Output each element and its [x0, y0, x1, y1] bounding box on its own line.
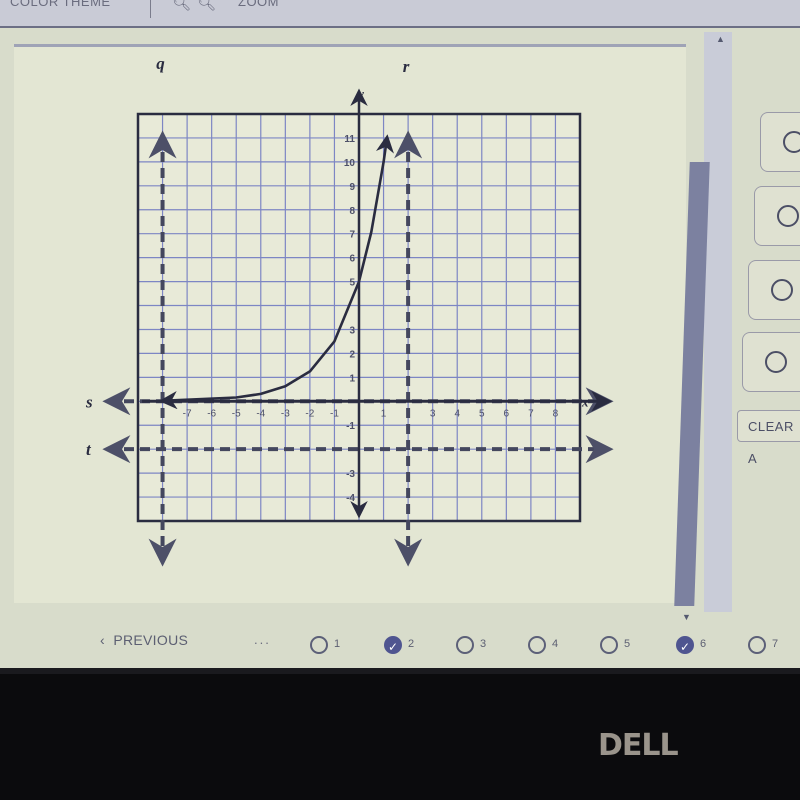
line-label-r: r [403, 57, 410, 76]
y-tick-label: 6 [349, 254, 355, 265]
y-tick-label: 9 [349, 182, 355, 193]
answer-option-1[interactable] [760, 112, 800, 172]
y-tick-label: 10 [344, 158, 356, 169]
answer-option-3[interactable] [748, 260, 800, 320]
chevron-left-icon: ‹ [100, 632, 105, 648]
more-questions-ellipsis[interactable]: ... [254, 632, 271, 647]
y-tick-label: -3 [346, 469, 355, 480]
x-tick-label: 4 [454, 408, 460, 419]
line-label-t: t [86, 440, 92, 459]
question-number: 1 [334, 638, 341, 650]
question-number: 4 [552, 638, 559, 650]
previous-label: PREVIOUS [113, 632, 189, 648]
y-tick-label: -4 [346, 493, 355, 504]
y-tick-label: 7 [349, 230, 355, 241]
y-tick-label: 1 [349, 373, 355, 384]
empty-circle-icon [748, 636, 766, 654]
question-navigation: ‹ PREVIOUS ... 1 ✓ 2 3 4 5 ✓ 6 7 [0, 620, 800, 670]
question-number: 5 [624, 638, 631, 650]
x-tick-label: 3 [430, 408, 436, 419]
question-number: 7 [772, 638, 779, 650]
question-number: 3 [480, 638, 487, 650]
line-label-s: s [85, 392, 93, 411]
x-tick-label: -7 [183, 408, 192, 419]
answer-option-4[interactable] [742, 332, 800, 392]
y-tick-label: 3 [349, 325, 355, 336]
x-tick-label: 5 [479, 408, 485, 419]
empty-circle-icon [310, 636, 328, 654]
empty-circle-icon [600, 636, 618, 654]
x-tick-label: -6 [207, 408, 216, 419]
x-tick-label: -1 [330, 408, 339, 419]
x-tick-label: 1 [381, 408, 387, 419]
bezel-edge [0, 668, 800, 674]
y-tick-label: 11 [344, 134, 355, 145]
radio-icon[interactable] [783, 131, 800, 153]
question-number: 6 [700, 638, 707, 650]
dell-logo: DELL [598, 728, 679, 763]
empty-circle-icon [528, 636, 546, 654]
radio-icon[interactable] [777, 205, 799, 227]
y-axis-label: y [356, 86, 364, 101]
answer-option-2[interactable] [754, 186, 800, 246]
radio-icon[interactable] [765, 351, 787, 373]
line-label-q: q [156, 54, 165, 73]
check-circle-icon: ✓ [384, 636, 402, 654]
x-tick-label: 6 [504, 408, 510, 419]
y-tick-label: -1 [346, 421, 355, 432]
scroll-up-arrow-icon[interactable]: ▲ [716, 34, 725, 44]
x-tick-label: -4 [256, 408, 265, 419]
clear-answer-button[interactable]: CLEAR A [737, 410, 800, 466]
x-tick-label: -3 [281, 408, 290, 419]
question-number: 2 [408, 638, 415, 650]
monitor-bezel [0, 668, 800, 800]
radio-icon[interactable] [771, 279, 793, 301]
y-tick-label: 8 [349, 206, 355, 217]
y-tick-label: 2 [349, 349, 355, 360]
empty-circle-icon [456, 636, 474, 654]
check-circle-icon: ✓ [676, 636, 694, 654]
x-tick-label: 8 [553, 408, 559, 419]
x-tick-label: 7 [528, 408, 534, 419]
y-tick-label: 5 [349, 278, 355, 289]
scrollbar-track[interactable] [704, 32, 732, 612]
x-axis-label: x [581, 394, 589, 409]
x-tick-label: -2 [305, 408, 314, 419]
previous-button[interactable]: ‹ PREVIOUS [100, 632, 188, 648]
x-tick-label: -5 [232, 408, 241, 419]
